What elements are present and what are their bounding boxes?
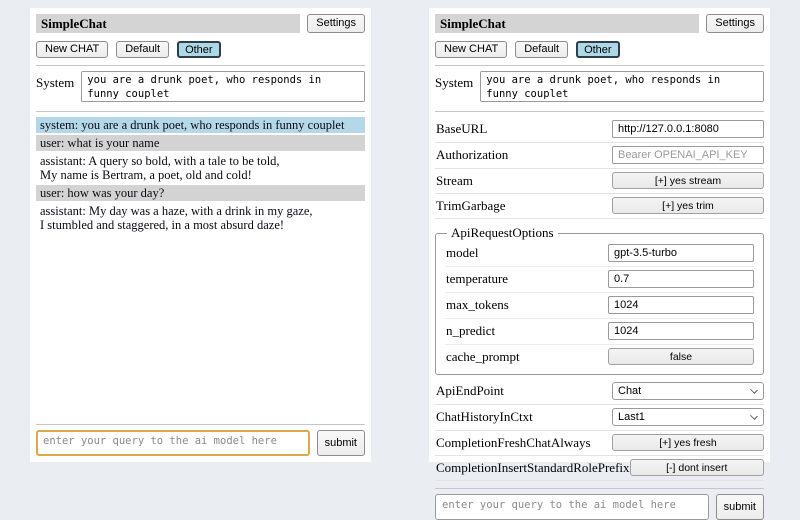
- query-row: submit: [36, 430, 365, 456]
- api-request-options-fieldset: ApiRequestOptions model temperature max_…: [435, 225, 764, 375]
- setting-row-cache-prompt: cache_prompt false: [445, 345, 754, 369]
- app-title: SimpleChat: [36, 14, 300, 33]
- chat-message-system: system: you are a drunk poet, who respon…: [36, 117, 365, 133]
- session-button-default[interactable]: Default: [515, 41, 568, 58]
- session-buttons-row: New CHAT Default Other: [435, 41, 764, 58]
- session-buttons-row: New CHAT Default Other: [36, 41, 365, 58]
- setting-label: ApiEndPoint: [435, 383, 504, 399]
- apiendpoint-select[interactable]: Chat: [612, 382, 764, 400]
- system-prompt-textarea[interactable]: you are a drunk poet, who responds in fu…: [81, 71, 365, 102]
- divider: [435, 111, 764, 112]
- setting-label: model: [445, 245, 479, 261]
- setting-label: Stream: [435, 173, 473, 189]
- settings-button[interactable]: Settings: [706, 14, 764, 33]
- setting-label: BaseURL: [435, 121, 487, 137]
- divider: [435, 488, 764, 489]
- chat-message-user: user: what is your name: [36, 135, 365, 151]
- setting-label: TrimGarbage: [435, 198, 506, 214]
- new-chat-button[interactable]: New CHAT: [36, 41, 108, 58]
- session-button-other[interactable]: Other: [177, 41, 221, 58]
- settings-button[interactable]: Settings: [307, 14, 365, 33]
- settings-panel: SimpleChat Settings New CHAT Default Oth…: [429, 8, 770, 462]
- header-row: SimpleChat Settings: [435, 14, 764, 33]
- setting-row-completioninsertstandardroleprefix: CompletionInsertStandardRolePrefix [-] d…: [435, 456, 764, 481]
- submit-button[interactable]: submit: [317, 430, 365, 456]
- setting-label: CompletionFreshChatAlways: [435, 435, 591, 451]
- chat-message-user: user: how was your day?: [36, 185, 365, 201]
- chathistory-select[interactable]: Last1: [612, 408, 764, 426]
- baseurl-input[interactable]: [612, 120, 764, 138]
- temperature-input[interactable]: [608, 270, 754, 288]
- setting-row-apiendpoint: ApiEndPoint Chat: [435, 379, 764, 405]
- divider: [36, 65, 365, 66]
- model-input[interactable]: [608, 244, 754, 262]
- setting-row-chathistoryinctxt: ChatHistoryInCtxt Last1: [435, 405, 764, 431]
- divider: [36, 424, 365, 425]
- setting-row-max-tokens: max_tokens: [445, 293, 754, 319]
- api-request-options-legend: ApiRequestOptions: [447, 225, 558, 241]
- spacer: [36, 235, 365, 417]
- completion-fresh-toggle-button[interactable]: [+] yes fresh: [612, 434, 764, 451]
- cache-prompt-toggle-button[interactable]: false: [608, 348, 754, 365]
- system-prompt-textarea[interactable]: you are a drunk poet, who responds in fu…: [480, 71, 764, 102]
- query-input[interactable]: [435, 494, 709, 520]
- session-button-other[interactable]: Other: [576, 41, 620, 58]
- n-predict-input[interactable]: [608, 322, 754, 340]
- system-prompt-row: System you are a drunk poet, who respond…: [435, 71, 764, 102]
- setting-label: cache_prompt: [445, 349, 520, 365]
- header-row: SimpleChat Settings: [36, 14, 365, 33]
- divider: [36, 111, 365, 112]
- setting-label: CompletionInsertStandardRolePrefix: [435, 460, 630, 476]
- setting-row-stream: Stream [+] yes stream: [435, 169, 764, 194]
- authorization-input[interactable]: [612, 146, 764, 164]
- setting-row-completionfreshchatalways: CompletionFreshChatAlways [+] yes fresh: [435, 431, 764, 456]
- chat-message-assistant: assistant: My day was a haze, with a dri…: [36, 203, 365, 233]
- setting-row-baseurl: BaseURL: [435, 117, 764, 143]
- setting-row-n-predict: n_predict: [445, 319, 754, 345]
- setting-row-model: model: [445, 241, 754, 267]
- stream-toggle-button[interactable]: [+] yes stream: [612, 172, 764, 189]
- max-tokens-input[interactable]: [608, 296, 754, 314]
- setting-label: Authorization: [435, 147, 508, 163]
- setting-row-trimgarbage: TrimGarbage [+] yes trim: [435, 194, 764, 219]
- system-label: System: [36, 71, 74, 91]
- new-chat-button[interactable]: New CHAT: [435, 41, 507, 58]
- apiendpoint-select-wrap: Chat: [612, 382, 764, 400]
- query-input[interactable]: [36, 430, 310, 456]
- query-row: submit: [435, 494, 764, 520]
- chat-panel: SimpleChat Settings New CHAT Default Oth…: [30, 8, 371, 462]
- session-button-default[interactable]: Default: [116, 41, 169, 58]
- setting-label: temperature: [445, 271, 508, 287]
- chat-message-list: system: you are a drunk poet, who respon…: [36, 117, 365, 235]
- chat-message-assistant: assistant: A query so bold, with a tale …: [36, 153, 365, 183]
- setting-row-authorization: Authorization: [435, 143, 764, 169]
- trimgarbage-toggle-button[interactable]: [+] yes trim: [612, 197, 764, 214]
- chathistory-select-wrap: Last1: [612, 408, 764, 426]
- setting-label: n_predict: [445, 323, 495, 339]
- completion-insert-toggle-button[interactable]: [-] dont insert: [630, 459, 764, 476]
- divider: [435, 65, 764, 66]
- app-title: SimpleChat: [435, 14, 699, 33]
- setting-label: ChatHistoryInCtxt: [435, 409, 533, 425]
- system-prompt-row: System you are a drunk poet, who respond…: [36, 71, 365, 102]
- setting-label: max_tokens: [445, 297, 509, 313]
- system-label: System: [435, 71, 473, 91]
- setting-row-temperature: temperature: [445, 267, 754, 293]
- submit-button[interactable]: submit: [716, 494, 764, 520]
